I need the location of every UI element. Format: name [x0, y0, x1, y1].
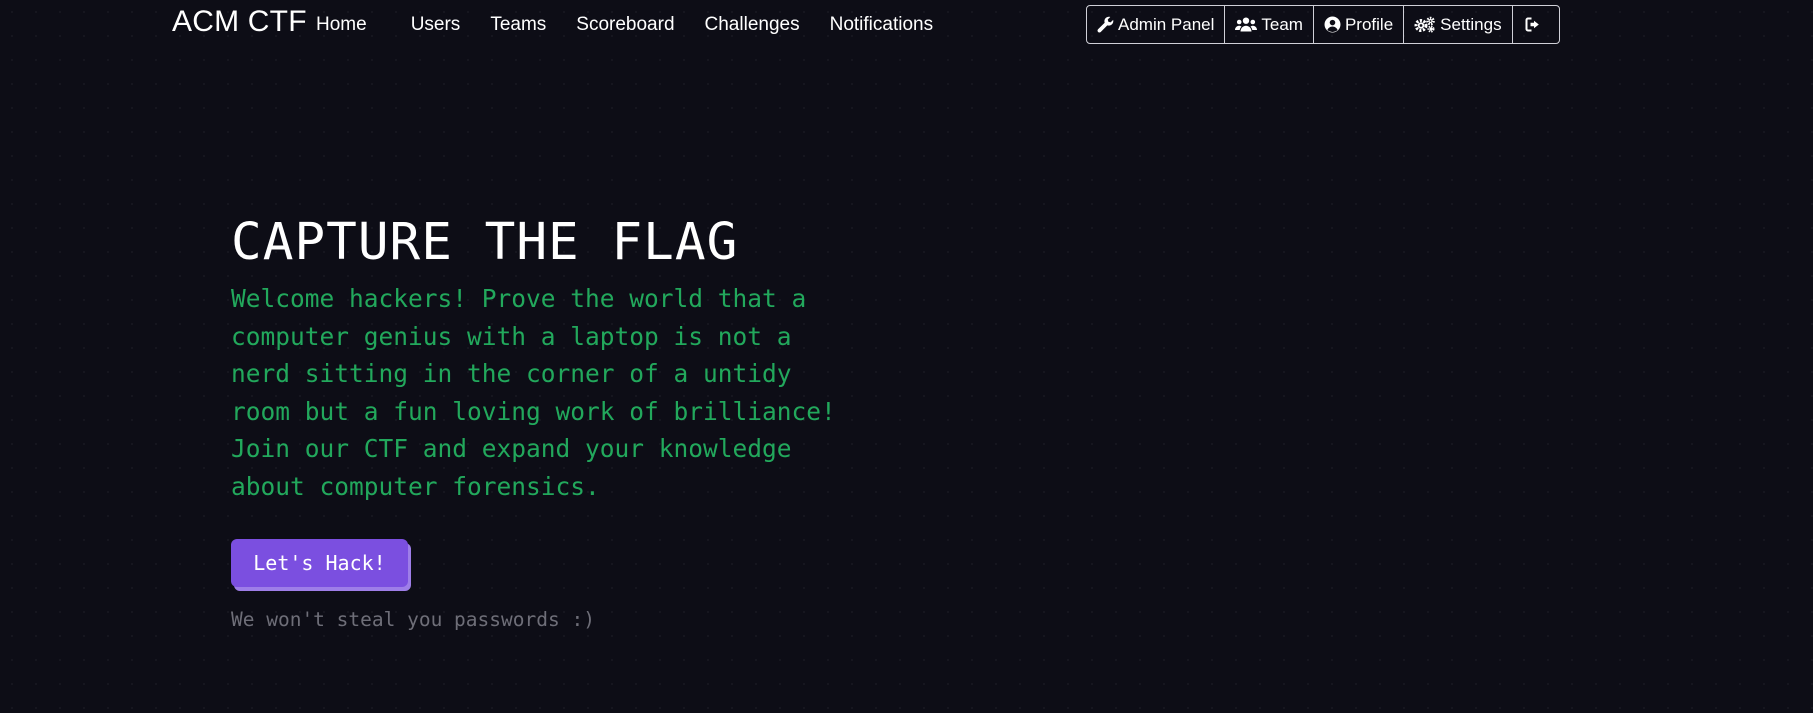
hero-title: CAPTURE THE FLAG — [231, 213, 739, 272]
admin-panel-button[interactable]: Admin Panel — [1087, 6, 1226, 43]
nav-link-challenges[interactable]: Challenges — [705, 14, 800, 36]
user-actions-group: Admin Panel Team Profile Settings — [1086, 5, 1560, 44]
cogs-icon — [1414, 16, 1435, 33]
nav-link-notifications[interactable]: Notifications — [830, 14, 934, 36]
user-circle-icon — [1324, 16, 1341, 33]
logout-button[interactable] — [1513, 6, 1559, 43]
profile-button[interactable]: Profile — [1314, 6, 1405, 43]
lets-hack-button[interactable]: Let's Hack! — [231, 539, 408, 587]
nav-link-teams[interactable]: Teams — [490, 14, 546, 36]
nav-link-users[interactable]: Users — [411, 14, 461, 36]
nav-link-home[interactable]: Home — [316, 14, 367, 36]
hero-section: CAPTURE THE FLAG Welcome hackers! Prove … — [231, 210, 871, 505]
admin-panel-label: Admin Panel — [1118, 14, 1215, 34]
brand-logo-link[interactable]: ACM CTF — [172, 5, 307, 39]
settings-button[interactable]: Settings — [1404, 6, 1513, 43]
users-icon — [1235, 17, 1258, 32]
profile-label: Profile — [1344, 14, 1394, 34]
team-button[interactable]: Team — [1225, 6, 1314, 43]
hero-description: Welcome hackers! Prove the world that a … — [231, 284, 836, 501]
settings-label: Settings — [1440, 14, 1502, 34]
team-label: Team — [1261, 14, 1303, 34]
top-navbar: ACM CTF Home Users Teams Scoreboard Chal… — [0, 0, 1813, 48]
nav-link-scoreboard[interactable]: Scoreboard — [576, 14, 674, 36]
sign-out-icon — [1525, 17, 1539, 32]
main-nav: Home Users Teams Scoreboard Challenges N… — [316, 0, 963, 50]
wrench-icon — [1097, 16, 1114, 33]
hero-note: We won't steal you passwords :) — [231, 608, 595, 631]
